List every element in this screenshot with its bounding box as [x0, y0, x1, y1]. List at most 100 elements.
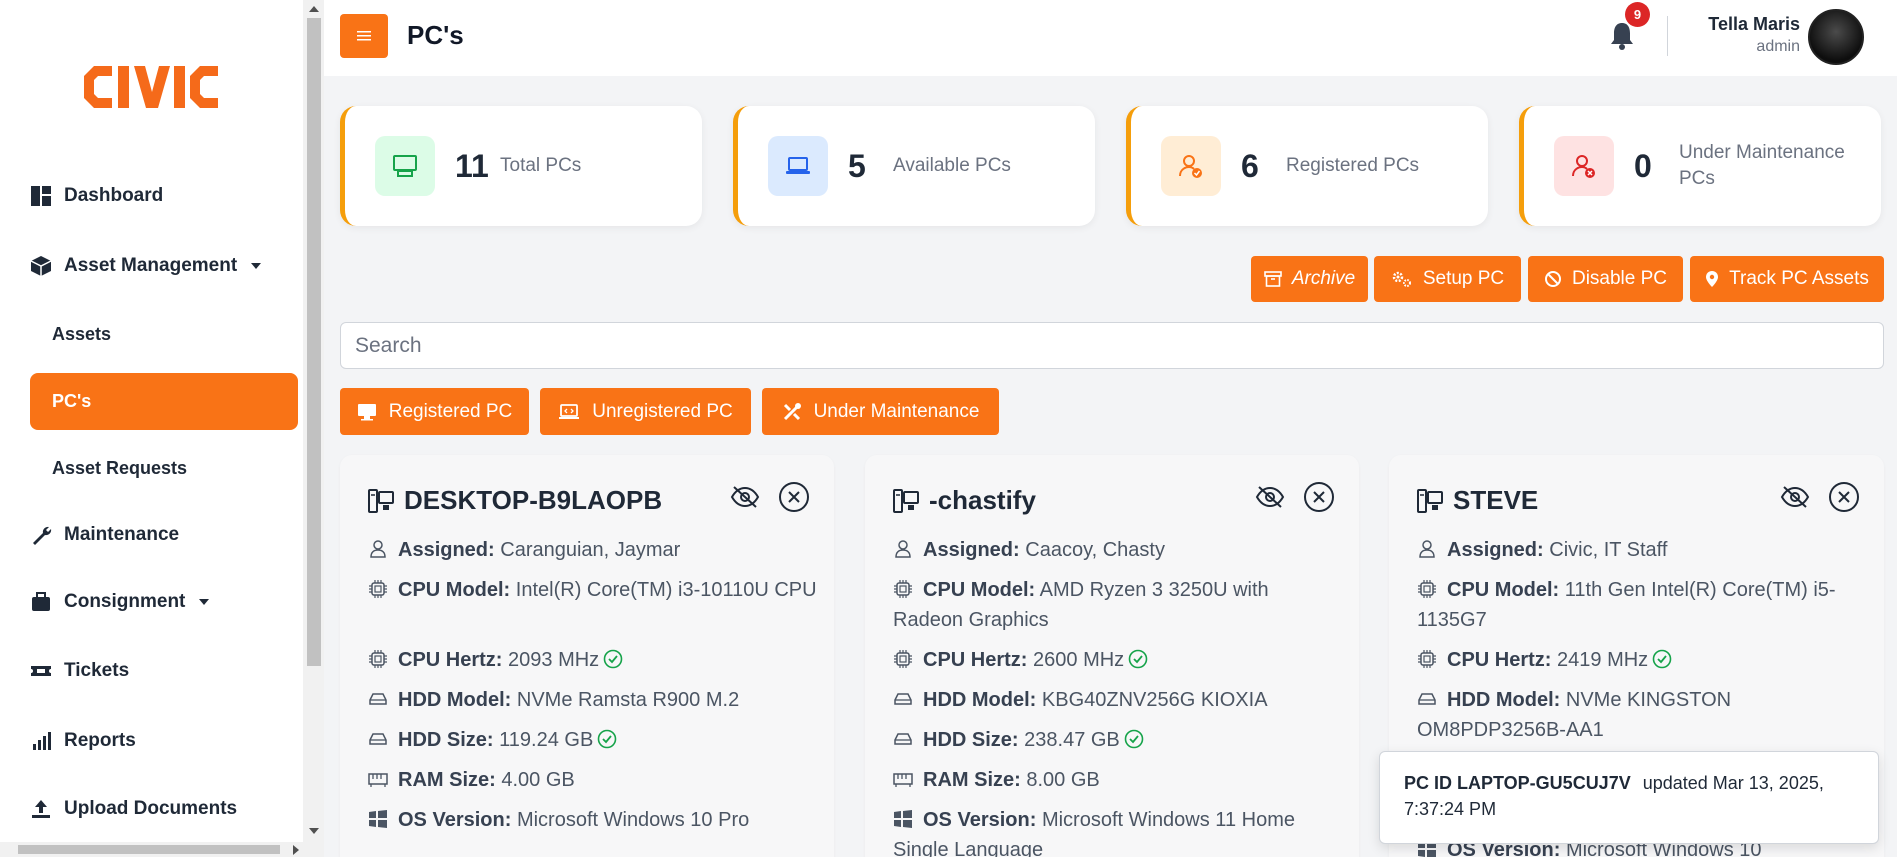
sidebar-item-maintenance[interactable]: Maintenance — [30, 515, 179, 555]
field-value: Microsoft Windows 10 Pro — [516, 809, 750, 831]
pc-cpu-hertz-row: CPU Hertz: 2093 MHz — [368, 645, 818, 675]
laptop-code-icon — [559, 403, 580, 419]
close-circle-icon[interactable] — [1303, 481, 1335, 513]
stat-label: Available PCs — [893, 155, 1011, 176]
sidebar-item-assets[interactable]: Assets — [30, 306, 298, 363]
laptop-icon — [768, 136, 828, 196]
civic-logo — [84, 66, 218, 108]
sidebar-item-label: Asset Management — [64, 255, 238, 276]
field-value: 2419 MHz — [1557, 649, 1649, 671]
pc-card[interactable]: -chastify Assigned: Caacoy, Chasty CPU M… — [865, 455, 1359, 857]
pc-assigned-row: Assigned: Civic, IT Staff — [1417, 535, 1867, 565]
field-value: 2600 MHz — [1033, 649, 1125, 671]
setup-pc-button[interactable]: Setup PC — [1374, 256, 1521, 302]
user-icon — [1419, 540, 1435, 558]
sidebar-item-label: Assets — [52, 324, 112, 344]
menu-toggle-button[interactable] — [340, 14, 388, 58]
sidebar-item-upload-documents[interactable]: Upload Documents — [30, 789, 237, 829]
stat-value: 6 — [1241, 148, 1259, 184]
sidebar-item-asset-management[interactable]: Asset Management — [30, 246, 262, 286]
sidebar-item-tickets[interactable]: Tickets — [30, 651, 129, 691]
field-label: CPU Hertz: — [923, 649, 1028, 671]
stat-card-available: 5 Available PCs — [733, 106, 1095, 226]
field-label: OS Version: — [398, 809, 512, 831]
sidebar-item-label: Upload Documents — [64, 798, 238, 819]
pc-hdd-size-row: HDD Size: 238.47 GB — [893, 725, 1343, 755]
briefcase-icon — [30, 591, 52, 613]
sidebar-item-pcs[interactable]: PC's — [30, 373, 298, 430]
check-circle-icon — [1124, 729, 1144, 749]
sidebar-item-consignment[interactable]: Consignment — [30, 582, 210, 622]
wrench-icon — [30, 524, 52, 546]
horizontal-scrollbar-thumb[interactable] — [18, 845, 280, 854]
update-toast[interactable]: PC ID LAPTOP-GU5CUJ7V updated Mar 13, 202… — [1379, 751, 1879, 844]
stat-label: Under Maintenance PCs — [1679, 142, 1845, 189]
eye-slash-icon[interactable] — [730, 485, 760, 509]
sidebar-horizontal-scrollbar[interactable] — [0, 842, 303, 857]
disable-pc-label: Disable PC — [1571, 268, 1668, 289]
field-label: RAM Size: — [398, 769, 496, 791]
field-value: 119.24 GB — [499, 729, 594, 751]
ticket-icon — [30, 660, 52, 682]
field-label: CPU Hertz: — [1447, 649, 1552, 671]
sidebar-item-reports[interactable]: Reports — [30, 721, 136, 761]
sidebar-item-asset-requests[interactable]: Asset Requests — [30, 440, 298, 497]
user-icon — [370, 540, 386, 558]
pc-cpu-model-row: CPU Model: Intel(R) Core(TM) i3-10110U C… — [368, 575, 818, 605]
eye-slash-icon[interactable] — [1255, 485, 1285, 509]
check-circle-icon — [1128, 649, 1148, 669]
sidebar-item-dashboard[interactable]: Dashboard — [30, 176, 163, 216]
scroll-up-icon[interactable] — [309, 6, 319, 12]
track-pc-assets-button[interactable]: Track PC Assets — [1690, 256, 1884, 302]
eye-slash-icon[interactable] — [1780, 485, 1810, 509]
pc-assigned-row: Assigned: Caranguian, Jaymar — [368, 535, 818, 565]
user-name[interactable]: Tella Maris — [1680, 14, 1800, 35]
cpu-icon — [1418, 650, 1436, 668]
field-label: HDD Model: — [923, 689, 1037, 711]
stat-value: 11 — [455, 148, 489, 184]
notification-badge: 9 — [1625, 2, 1650, 27]
sidebar-item-label: Maintenance — [64, 524, 180, 545]
unregistered-pc-filter-button[interactable]: Unregistered PC — [540, 388, 751, 435]
desktop-icon — [357, 403, 376, 420]
search-input[interactable] — [340, 322, 1884, 369]
archive-button[interactable]: Archive — [1251, 256, 1368, 302]
sidebar-item-label: Reports — [64, 730, 136, 751]
cpu-icon — [369, 650, 387, 668]
stat-card-total: 11 Total PCs — [340, 106, 702, 226]
top-header — [324, 0, 1897, 76]
header-divider — [1667, 16, 1668, 56]
memory-icon — [368, 773, 388, 787]
field-value: NVMe Ramsta R900 M.2 — [516, 689, 740, 711]
close-circle-icon[interactable] — [1828, 481, 1860, 513]
unregistered-pc-label: Unregistered PC — [592, 400, 733, 422]
scroll-right-icon[interactable] — [293, 845, 299, 855]
disable-pc-button[interactable]: Disable PC — [1528, 256, 1683, 302]
pc-card-title: -chastify — [893, 485, 1036, 516]
pc-card-title: STEVE — [1417, 485, 1538, 516]
pc-os-version-row: OS Version: Microsoft Windows 10 Pro — [368, 805, 818, 835]
field-value: Caranguian, Jaymar — [500, 539, 681, 561]
sidebar-item-label: Asset Requests — [52, 458, 188, 478]
cpu-icon — [894, 580, 912, 598]
setup-pc-label: Setup PC — [1422, 268, 1505, 289]
sidebar-item-label: PC's — [52, 391, 92, 411]
field-label: CPU Model: — [923, 579, 1036, 601]
page-title: PC's — [407, 20, 464, 50]
sidebar-scrollbar-thumb[interactable] — [307, 18, 321, 666]
under-maintenance-filter-button[interactable]: Under Maintenance — [762, 388, 999, 435]
field-label: HDD Model: — [1447, 689, 1561, 711]
check-circle-icon — [597, 729, 617, 749]
registered-pc-filter-button[interactable]: Registered PC — [340, 388, 529, 435]
ban-icon — [1544, 271, 1561, 287]
avatar[interactable] — [1808, 9, 1864, 65]
sidebar-item-label: Tickets — [64, 660, 130, 681]
pc-hdd-model-row: HDD Model: NVMe Ramsta R900 M.2 — [368, 685, 818, 715]
box-icon — [30, 255, 52, 277]
bar-chart-icon — [30, 730, 52, 752]
stat-value: 0 — [1634, 148, 1652, 184]
close-circle-icon[interactable] — [778, 481, 810, 513]
scroll-down-icon[interactable] — [309, 828, 319, 834]
pc-card[interactable]: DESKTOP-B9LAOPB Assigned: Caranguian, Ja… — [340, 455, 834, 857]
pc-card-actions — [730, 481, 810, 513]
